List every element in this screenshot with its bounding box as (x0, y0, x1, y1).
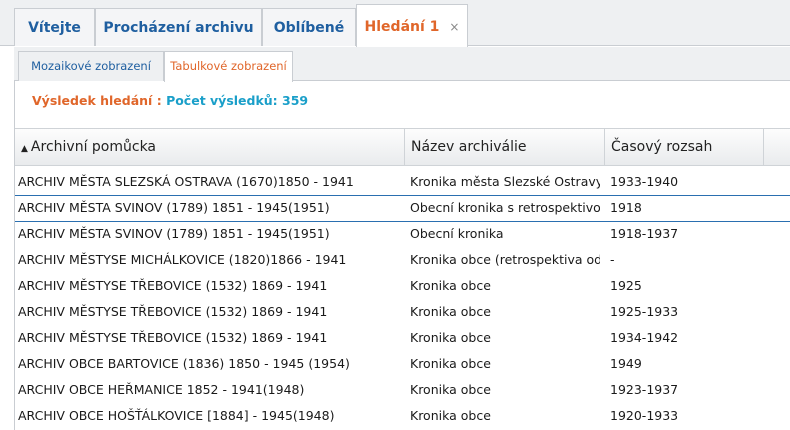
table-cell: 1925-1933 (610, 304, 679, 319)
tab-label: Hledání 1 (364, 19, 440, 35)
table-row[interactable]: ARCHIV OBCE BARTOVICE (1836) 1850 - 1945… (15, 351, 790, 377)
table-cell: Obecní kronika s retrospektivou (410, 200, 600, 215)
table-cell: 1925 (610, 278, 642, 293)
view-mode-tabs: Mozaikové zobrazení Tabulkové zobrazení (14, 47, 790, 82)
table-cell: Kronika obce (410, 408, 491, 423)
table-row[interactable]: ARCHIV MĚSTA SVINOV (1789) 1851 - 1945(1… (15, 195, 790, 222)
table-cell: ARCHIV MĚSTA SLEZSKÁ OSTRAVA (1670)1850 … (18, 174, 354, 189)
column-header-nazev-archivalie[interactable]: Název archiválie (405, 129, 605, 165)
close-icon[interactable]: × (449, 20, 459, 34)
subtab-label: Tabulkové zobrazení (170, 59, 287, 73)
table-cell: ARCHIV MĚSTYSE TŘEBOVICE (1532) 1869 - 1… (18, 304, 328, 319)
table-cell: Obecní kronika (410, 226, 504, 241)
table-header: ▲ Archivní pomůcka Název archiválie Časov… (15, 128, 790, 166)
table-cell: ARCHIV OBCE BARTOVICE (1836) 1850 - 1945… (18, 356, 350, 371)
tab-label: Oblíbené (273, 20, 345, 36)
result-count: Počet výsledků: 359 (166, 93, 309, 108)
table-row[interactable]: ARCHIV MĚSTYSE TŘEBOVICE (1532) 1869 - 1… (15, 325, 790, 351)
table-cell: 1934-1942 (610, 330, 679, 345)
table-cell: Kronika obce (410, 278, 491, 293)
tab-oblibene[interactable]: Oblíbené (262, 8, 356, 46)
column-header-archivni-pomucka[interactable]: ▲ Archivní pomůcka (15, 129, 405, 165)
table-row[interactable]: ARCHIV MĚSTYSE TŘEBOVICE (1532) 1869 - 1… (15, 273, 790, 299)
tab-vitejte[interactable]: Vítejte (14, 8, 95, 46)
tab-label: Procházení archivu (103, 20, 254, 36)
column-label: Název archiválie (411, 139, 527, 155)
table-row[interactable]: ARCHIV MĚSTYSE TŘEBOVICE (1532) 1869 - 1… (15, 299, 790, 325)
table-cell: ARCHIV MĚSTYSE TŘEBOVICE (1532) 1869 - 1… (18, 278, 328, 293)
tab-mozaikove-zobrazeni[interactable]: Mozaikové zobrazení (18, 51, 164, 81)
results-table: ▲ Archivní pomůcka Název archiválie Časov… (15, 128, 790, 430)
table-cell: Kronika města Slezské Ostravy s (410, 174, 600, 189)
table-cell: Kronika obce (retrospektiva od 1 (410, 252, 600, 267)
table-row[interactable]: ARCHIV MĚSTA SVINOV (1789) 1851 - 1945(1… (15, 221, 790, 247)
table-row[interactable]: ARCHIV OBCE HOŠŤÁLKOVICE [1884] - 1945(1… (15, 403, 790, 429)
table-cell: 1920-1933 (610, 408, 679, 423)
table-row[interactable]: ARCHIV OBCE HEŘMANICE 1852 - 1941(1948) K… (15, 377, 790, 403)
table-cell: Kronika obce (410, 304, 491, 319)
table-cell: ARCHIV MĚSTA SVINOV (1789) 1851 - 1945(1… (18, 226, 330, 241)
table-cell: ARCHIV OBCE HEŘMANICE 1852 - 1941(1948) (18, 382, 305, 397)
table-cell: Kronika obce (410, 330, 491, 345)
column-header-casovy-rozsah[interactable]: Časový rozsah (605, 129, 764, 165)
table-cell: ARCHIV MĚSTYSE MICHÁLKOVICE (1820)1866 -… (18, 252, 347, 267)
tab-label: Vítejte (28, 20, 81, 36)
sort-ascending-icon: ▲ (21, 144, 28, 154)
table-cell: ARCHIV OBCE HOŠŤÁLKOVICE [1884] - 1945(1… (18, 408, 335, 423)
table-cell: 1923-1937 (610, 382, 679, 397)
result-label: Výsledek hledání : (32, 93, 162, 108)
table-cell: 1918 (610, 200, 642, 215)
tab-tabulkove-zobrazeni[interactable]: Tabulkové zobrazení (164, 51, 293, 82)
tab-hledani-1[interactable]: Hledání 1 × (356, 4, 468, 47)
table-row[interactable]: ARCHIV MĚSTA SLEZSKÁ OSTRAVA (1670)1850 … (15, 169, 790, 196)
table-cell: Kronika obce (410, 382, 491, 397)
table-cell: - (610, 252, 615, 267)
table-cell: 1918-1937 (610, 226, 679, 241)
search-result-summary: Výsledek hledání : Počet výsledků: 359 (32, 93, 308, 108)
table-cell: 1949 (610, 356, 642, 371)
column-label: Časový rozsah (611, 139, 713, 155)
column-label: Archivní pomůcka (30, 139, 157, 155)
tab-prochazeni-archivu[interactable]: Procházení archivu (95, 8, 262, 46)
table-cell: ARCHIV MĚSTYSE TŘEBOVICE (1532) 1869 - 1… (18, 330, 328, 345)
table-row[interactable]: ARCHIV MĚSTYSE MICHÁLKOVICE (1820)1866 -… (15, 247, 790, 273)
table-cell: Kronika obce (410, 356, 491, 371)
subtab-label: Mozaikové zobrazení (31, 59, 151, 73)
table-cell: ARCHIV MĚSTA SVINOV (1789) 1851 - 1945(1… (18, 200, 330, 215)
table-cell: 1933-1940 (610, 174, 679, 189)
main-tab-bar: Vítejte Procházení archivu Oblíbené Hled… (0, 0, 790, 47)
